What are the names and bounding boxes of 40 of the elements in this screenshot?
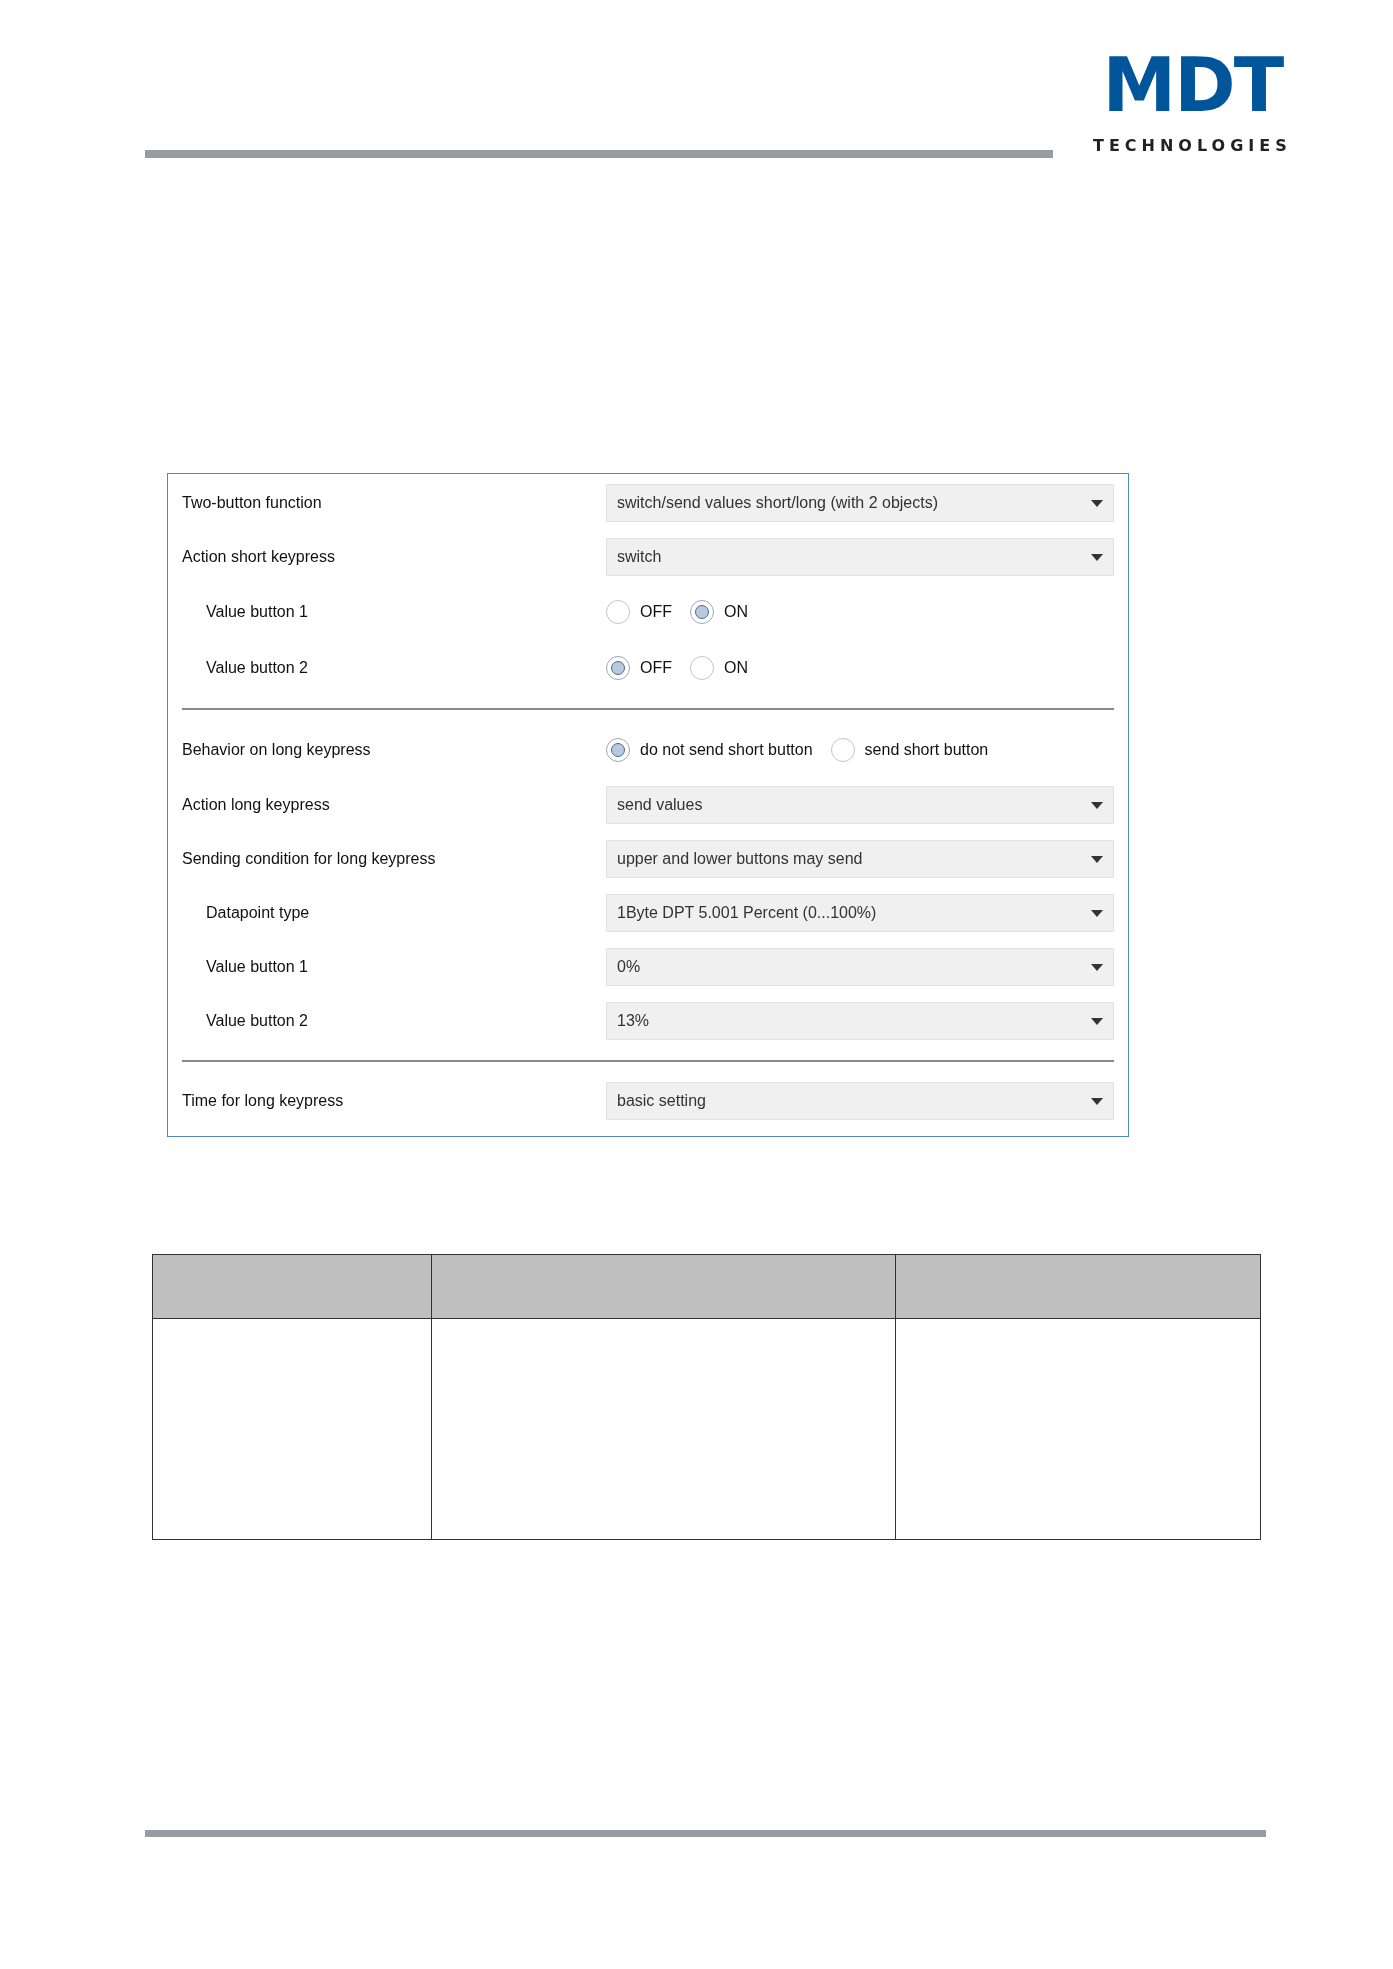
- radio-option[interactable]: do not send short button: [606, 738, 813, 762]
- radio-button[interactable]: [690, 656, 714, 680]
- dropdown[interactable]: upper and lower buttons may send: [606, 840, 1114, 878]
- radio-option[interactable]: OFF: [606, 600, 672, 624]
- dropdown[interactable]: 13%: [606, 1002, 1114, 1040]
- radio-option[interactable]: send short button: [830, 738, 989, 762]
- caret-icon: [1091, 855, 1103, 863]
- radio-button[interactable]: [606, 656, 630, 680]
- setting-label: Action long keypress: [182, 796, 330, 814]
- radio-button[interactable]: [606, 738, 630, 762]
- radio-option[interactable]: ON: [690, 600, 748, 624]
- dropdown[interactable]: switch: [606, 538, 1114, 576]
- setting-label: Two-button function: [182, 494, 322, 512]
- caret-icon: [1091, 499, 1103, 507]
- dropdown[interactable]: switch/send values short/long (with 2 objects): [606, 484, 1114, 522]
- setting-label: Datapoint type: [205, 904, 310, 922]
- caret-icon: [1091, 963, 1103, 971]
- radio-button[interactable]: [690, 600, 714, 624]
- dropdown[interactable]: send values: [606, 786, 1114, 824]
- dropdown[interactable]: 1Byte DPT 5.001 Percent (0...100%): [606, 894, 1114, 932]
- dropdown[interactable]: basic setting: [606, 1082, 1114, 1120]
- caret-icon: [1091, 1097, 1103, 1105]
- radio-option[interactable]: OFF: [606, 656, 672, 680]
- caret-icon: [1091, 801, 1103, 809]
- company-logo: MDT TECHNOLOGIES: [1093, 48, 1292, 157]
- setting-label: Value button 2: [205, 659, 308, 677]
- setting-label: Value button 1: [205, 958, 308, 976]
- setting-label: Time for long keypress: [182, 1092, 344, 1110]
- caret-icon: [1091, 909, 1103, 917]
- radio-button[interactable]: [830, 738, 855, 762]
- caret-icon: [1091, 553, 1103, 561]
- caret-icon: [1091, 1017, 1103, 1025]
- setting-label: Value button 2: [205, 1012, 308, 1030]
- setting-label: Sending condition for long keypress: [182, 850, 436, 868]
- radio-button[interactable]: [606, 600, 630, 624]
- setting-label: Behavior on long keypress: [182, 741, 371, 759]
- setting-label: Value button 1: [205, 603, 308, 621]
- radio-option[interactable]: ON: [690, 656, 748, 680]
- setting-label: Action short keypress: [182, 548, 335, 566]
- dropdown[interactable]: 0%: [606, 948, 1114, 986]
